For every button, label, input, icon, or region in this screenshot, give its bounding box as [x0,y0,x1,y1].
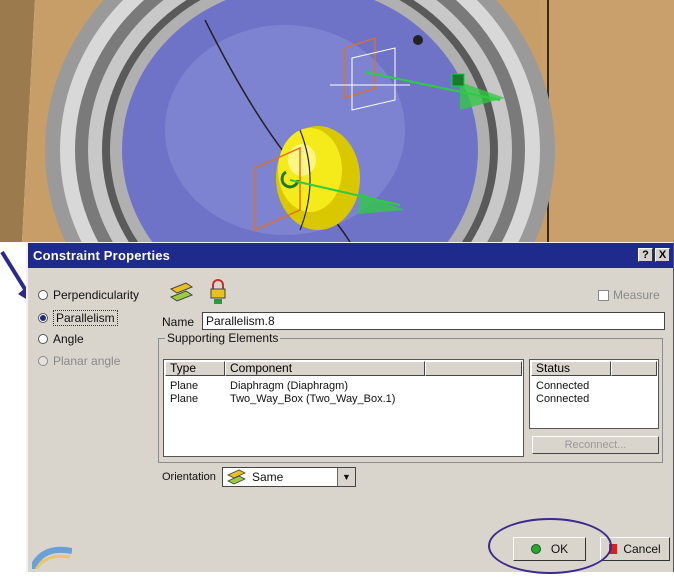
radio-angle[interactable]: Angle [38,332,84,346]
app-corner-logo [32,546,72,569]
column-header-status[interactable]: Status [531,361,611,376]
radio-button [38,356,48,366]
status-cell: Connected [536,393,590,405]
radio-button[interactable] [38,313,48,323]
radio-label: Perpendicularity [53,288,140,302]
radio-label: Parallelism [53,310,118,326]
parallelism-constraint-icon[interactable] [168,281,196,303]
table-row-component[interactable]: Two_Way_Box (Two_Way_Box.1) [230,393,395,405]
orientation-value: Same [252,470,284,484]
measure-label: Measure [613,288,660,302]
orientation-select[interactable]: Same ▼ [222,467,356,487]
group-legend: Supporting Elements [165,331,281,345]
help-button[interactable]: ? [638,248,653,262]
name-input[interactable]: Parallelism.8 [202,312,665,330]
ok-icon [530,544,541,554]
column-header-blank [611,361,657,376]
radio-perpendicularity[interactable]: Perpendicularity [38,288,139,302]
radio-parallelism[interactable]: Parallelism [38,310,118,326]
dialog-titlebar[interactable]: Constraint Properties ? X [28,243,673,268]
components-table[interactable]: Type Component Plane Diaphragm (Diaphrag… [163,359,524,457]
column-header-type[interactable]: Type [165,361,225,376]
radio-button[interactable] [38,334,48,344]
status-cell: Connected [536,380,590,392]
table-row-component[interactable]: Diaphragm (Diaphragm) [230,380,348,392]
radio-label: Angle [53,332,84,346]
orientation-icon [227,469,246,485]
3d-viewport[interactable] [0,0,674,242]
orientation-label: Orientation [162,471,216,483]
radio-button[interactable] [38,290,48,300]
ok-label: OK [550,542,569,556]
radio-planar-angle: Planar angle [38,354,120,368]
checkbox-box[interactable] [598,289,609,301]
cabinet-side [540,0,674,242]
cancel-label: Cancel [623,542,661,556]
name-label: Name [162,315,195,329]
supporting-elements-group: Supporting Elements Type Component Plane… [158,331,663,463]
column-header-component[interactable]: Component [225,361,425,376]
speaker-model-render [0,0,674,242]
column-header-blank [425,361,522,376]
dialog-title: Constraint Properties [33,248,171,263]
close-button[interactable]: X [655,248,670,262]
measure-checkbox[interactable]: Measure [598,288,660,302]
cancel-icon [609,544,618,554]
radio-label: Planar angle [53,354,121,368]
chevron-down-icon[interactable]: ▼ [337,468,355,486]
lock-icon[interactable] [208,279,228,305]
table-row-type[interactable]: Plane [170,393,198,405]
cancel-button[interactable]: Cancel [600,537,670,561]
ok-button[interactable]: OK [513,537,586,561]
status-table[interactable]: Status Connected Connected [529,359,659,429]
constraint-properties-dialog: Constraint Properties ? X Perpendiculari… [26,242,674,574]
table-row-type[interactable]: Plane [170,380,198,392]
reconnect-button: Reconnect... [532,436,659,454]
